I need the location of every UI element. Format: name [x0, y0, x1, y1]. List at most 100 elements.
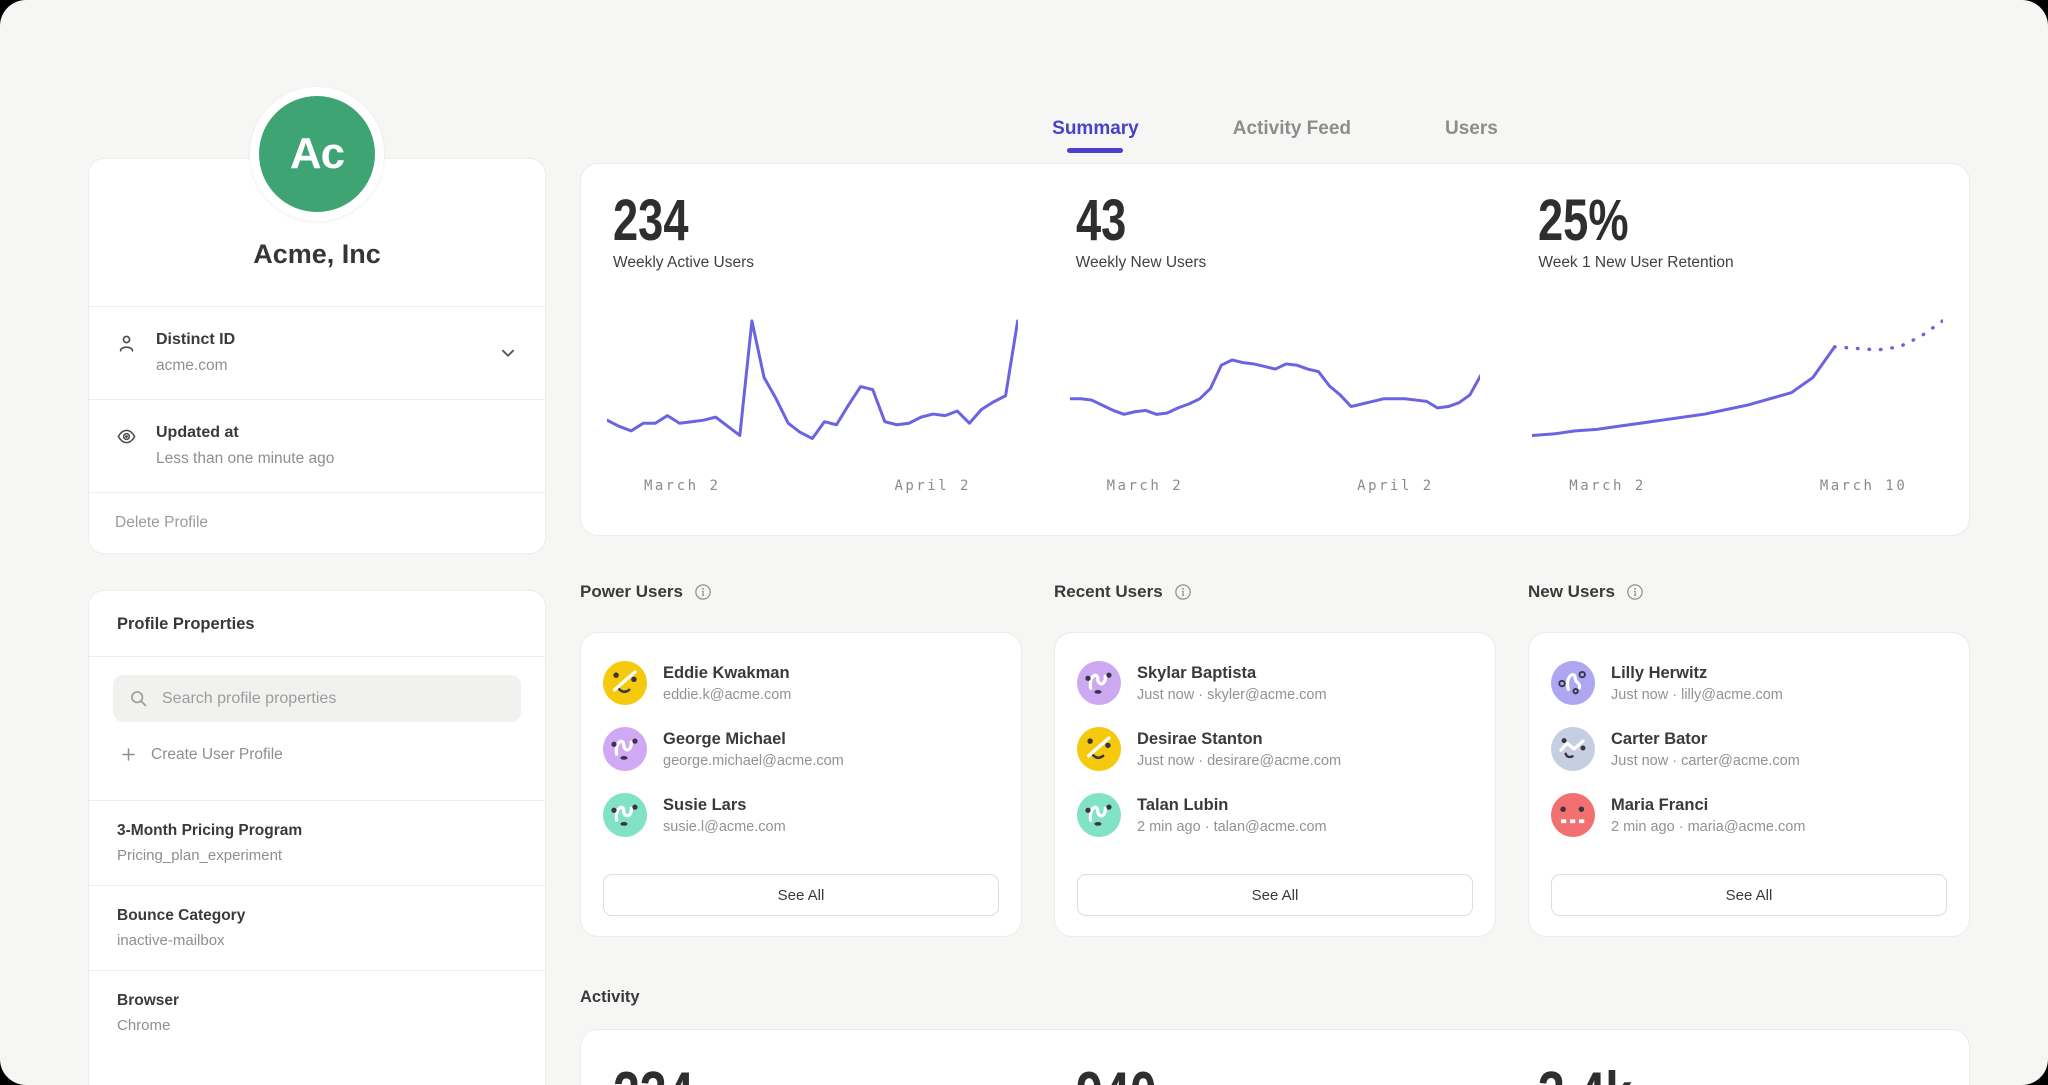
stat-value: 25% — [1538, 192, 1629, 250]
user-avatar-wink-slash-face-icon — [1077, 727, 1121, 771]
user-name: Carter Bator — [1611, 730, 1707, 748]
profile-property-name: Bounce Category — [117, 907, 517, 925]
create-user-profile-button[interactable]: Create User Profile — [119, 745, 515, 764]
list-title: Recent Users — [1054, 582, 1163, 602]
tab-summary[interactable]: Summary — [1052, 118, 1139, 153]
stat-column-weekly-new-users: 43 Weekly New Users March 2 April 2 — [1044, 164, 1507, 535]
delete-profile-button[interactable]: Delete Profile — [89, 493, 545, 553]
user-avatar-squiggle-face-icon — [603, 793, 647, 837]
app-frame: Ac Acme, Inc Distinct IDacme.comUpdated … — [0, 0, 2048, 1085]
x-axis-label-right: April 2 — [894, 478, 971, 494]
activity-card: 2349403.4k — [580, 1029, 1970, 1085]
profile-properties-card: Profile Properties Create User Profile 3… — [88, 590, 546, 1085]
user-subtext: Just now · desirare@acme.com — [1137, 753, 1341, 769]
stat-label: Week 1 New User Retention — [1538, 254, 1969, 272]
sparkline-chart-week-1-new-user-retention — [1532, 298, 1943, 466]
user-list-item-maria-franci[interactable]: Maria Franci 2 min ago · maria@acme.com — [1551, 793, 1947, 837]
user-name: Lilly Herwitz — [1611, 664, 1707, 682]
see-all-button-recent-users[interactable]: See All — [1077, 874, 1473, 916]
tab-activity-feed[interactable]: Activity Feed — [1233, 118, 1351, 153]
chevron-down-icon[interactable] — [497, 342, 519, 364]
user-subtext: Just now · lilly@acme.com — [1611, 687, 1783, 703]
user-avatar-squiggle-face-icon — [603, 727, 647, 771]
tab-users[interactable]: Users — [1445, 118, 1498, 153]
list-heading-new-users: New Users — [1528, 580, 1970, 604]
stat-column-weekly-active-users: 234 Weekly Active Users March 2 April 2 — [581, 164, 1044, 535]
plus-icon — [119, 745, 138, 764]
eye-icon — [115, 425, 138, 448]
user-subtext: susie.l@acme.com — [663, 819, 786, 835]
info-icon[interactable] — [1625, 582, 1645, 602]
identity-row-value: acme.com — [156, 357, 235, 375]
x-axis-label-left: March 2 — [1107, 478, 1184, 494]
profile-property-value: inactive-mailbox — [117, 932, 517, 949]
user-list-item-skylar-baptista[interactable]: Skylar Baptista Just now · skyler@acme.co… — [1077, 661, 1473, 705]
profile-properties-tools: Create User Profile — [89, 657, 545, 800]
list-heading-power-users: Power Users — [580, 580, 1022, 604]
user-list-item-george-michael[interactable]: George Michael george.michael@acme.com — [603, 727, 999, 771]
x-axis-label-left: March 2 — [1569, 478, 1646, 494]
profile-property-row-browser: Browser Chrome — [89, 970, 545, 1055]
profile-main: Summary Activity Feed Users 234 Weekly Acti… — [580, 0, 1970, 1085]
power-users-card: Eddie Kwakmaneddie.k@acme.com George Mich… — [580, 632, 1022, 937]
identity-row-updated-at: Updated at Less than one minute ago — [89, 400, 545, 493]
activity-title: Activity — [580, 985, 1970, 1009]
info-icon[interactable] — [1173, 582, 1193, 602]
user-list-item-lilly-herwitz[interactable]: Lilly Herwitz Just now · lilly@acme.com — [1551, 661, 1947, 705]
user-name: George Michael — [663, 730, 786, 748]
list-title: New Users — [1528, 582, 1615, 602]
stat-label: Weekly Active Users — [613, 254, 1044, 272]
stat-value: 234 — [613, 192, 688, 250]
search-profile-properties-input[interactable] — [160, 689, 506, 709]
see-all-button-power-users[interactable]: See All — [603, 874, 999, 916]
company-avatar: Ac — [250, 87, 384, 221]
user-subtext: george.michael@acme.com — [663, 753, 844, 769]
identity-row-label: Updated at — [156, 424, 334, 442]
x-axis-label-left: March 2 — [644, 478, 721, 494]
create-user-profile-label: Create User Profile — [151, 746, 283, 764]
user-subtext: 2 min ago · talan@acme.com — [1137, 819, 1327, 835]
info-icon[interactable] — [693, 582, 713, 602]
user-subtext: eddie.k@acme.com — [663, 687, 791, 703]
profile-property-row-bounce-category: Bounce Category inactive-mailbox — [89, 885, 545, 970]
list-title: Power Users — [580, 582, 683, 602]
user-name: Skylar Baptista — [1137, 664, 1256, 682]
stat-value: 43 — [1076, 192, 1126, 250]
sparkline-chart-weekly-active-users — [607, 298, 1018, 466]
profile-property-name: Browser — [117, 992, 517, 1010]
profile-properties-title: Profile Properties — [89, 591, 545, 657]
x-axis: March 2 April 2 — [607, 478, 1018, 498]
user-avatar-wink-slash-face-icon — [603, 661, 647, 705]
user-subtext: 2 min ago · maria@acme.com — [1611, 819, 1805, 835]
user-avatar-squiggle-face-icon — [1077, 793, 1121, 837]
user-name: Desirae Stanton — [1137, 730, 1263, 748]
user-list-item-susie-lars[interactable]: Susie Larssusie.l@acme.com — [603, 793, 999, 837]
user-list-item-carter-bator[interactable]: Carter BatorJust now · carter@acme.com — [1551, 727, 1947, 771]
user-list-item-eddie-kwakman[interactable]: Eddie Kwakmaneddie.k@acme.com — [603, 661, 999, 705]
profile-tabs: Summary Activity Feed Users — [580, 118, 1970, 153]
user-list-power-users: Power Users Eddie Kwakmaneddie.k@acme.com… — [580, 580, 1022, 937]
user-avatar-zigzag-face-icon — [1551, 727, 1595, 771]
user-name: Maria Franci — [1611, 796, 1708, 814]
user-list-item-desirae-stanton[interactable]: Desirae Stanton Just now · desirare@acme.… — [1077, 727, 1473, 771]
sparkline-chart-weekly-new-users — [1070, 298, 1481, 466]
profile-property-value: Pricing_plan_experiment — [117, 847, 517, 864]
x-axis-label-right: April 2 — [1357, 478, 1434, 494]
user-avatar-curl-face-icon — [1551, 661, 1595, 705]
activity-section: Activity 2349403.4k — [580, 985, 1970, 1085]
stat-column-week-1-new-user-retention: 25% Week 1 New User Retention March 2 March… — [1506, 164, 1969, 535]
see-all-button-new-users[interactable]: See All — [1551, 874, 1947, 916]
profile-property-value: Chrome — [117, 1017, 517, 1034]
user-list-item-talan-lubin[interactable]: Talan Lubin2 min ago · talan@acme.com — [1077, 793, 1473, 837]
x-axis-label-right: March 10 — [1820, 478, 1907, 494]
new-users-card: Lilly Herwitz Just now · lilly@acme.com Ca… — [1528, 632, 1970, 937]
user-subtext: Just now · skyler@acme.com — [1137, 687, 1327, 703]
profile-property-name: 3-Month Pricing Program — [117, 822, 517, 840]
user-list-recent-users: Recent Users Skylar Baptista Just now · sk… — [1054, 580, 1496, 937]
stat-label: Weekly New Users — [1076, 254, 1507, 272]
search-profile-properties-box[interactable] — [113, 675, 521, 722]
search-icon — [128, 688, 149, 709]
identity-row-value: Less than one minute ago — [156, 450, 334, 468]
user-lists-row: Power Users Eddie Kwakmaneddie.k@acme.com… — [580, 580, 1970, 937]
user-avatar-squiggle-face-icon — [1077, 661, 1121, 705]
